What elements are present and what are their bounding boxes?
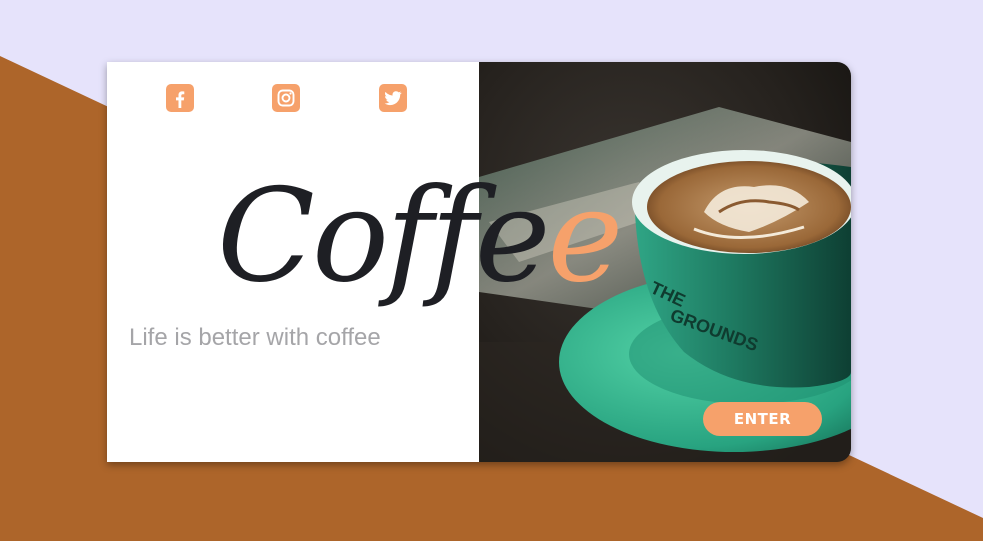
coffee-title-main: Coffe	[217, 162, 550, 311]
instagram-icon[interactable]	[272, 84, 300, 112]
coffee-title: Coffee	[217, 162, 624, 312]
twitter-icon[interactable]	[379, 84, 407, 112]
tagline: Life is better with coffee	[129, 324, 381, 351]
facebook-icon[interactable]	[166, 84, 194, 112]
coffee-card: THE GROUNDS Coffee Life is better with c…	[107, 62, 851, 462]
coffee-title-accent: e	[547, 162, 624, 311]
enter-button[interactable]: ENTER	[703, 402, 822, 436]
